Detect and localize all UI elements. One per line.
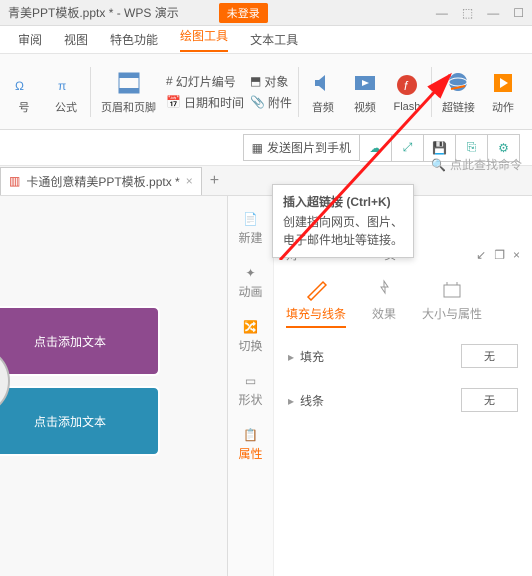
ribbon-headerfooter[interactable]: 页眉和页脚 xyxy=(97,67,160,117)
maximize-icon[interactable]: ☐ xyxy=(513,6,524,20)
fill-tab-icon xyxy=(305,279,327,301)
ribbon-datetime[interactable]: 📅日期和时间 xyxy=(166,94,244,111)
expand-icon: ⤢ xyxy=(403,140,413,155)
slide-canvas[interactable]: 点击添加文本 点击添加文本 xyxy=(0,196,228,576)
close-panel-icon[interactable]: × xyxy=(513,248,520,262)
ribbon-slidenum[interactable]: #幻灯片编号 xyxy=(166,73,244,90)
svg-text:Ω: Ω xyxy=(15,79,24,93)
trans-icon: 🔀 xyxy=(243,320,258,334)
menu-texttools[interactable]: 文本工具 xyxy=(250,31,298,48)
ribbon-attach[interactable]: 📎附件 xyxy=(250,94,292,111)
slide-shape-1[interactable]: 点击添加文本 xyxy=(0,306,160,376)
ribbon-audio[interactable]: 音频 xyxy=(305,67,341,117)
add-tab-button[interactable]: + xyxy=(210,172,219,190)
proptab-size[interactable]: 大小与属性 xyxy=(422,279,482,328)
ribbon-video[interactable]: 视频 xyxy=(347,67,383,117)
omega-icon: Ω xyxy=(10,69,38,97)
menu-special[interactable]: 特色功能 xyxy=(110,31,158,48)
proptab-fill[interactable]: 填充与线条 xyxy=(286,279,346,328)
pi-icon: π xyxy=(52,69,80,97)
ribbon-flash[interactable]: f Flash xyxy=(389,69,425,115)
window-title: 青美PPT模板.pptx * - WPS 演示 xyxy=(8,4,179,21)
pin-icon[interactable]: ↙ xyxy=(476,248,486,262)
video-icon xyxy=(351,69,379,97)
tool-attr[interactable]: 📋属性 xyxy=(238,428,262,462)
prop-line-row[interactable]: ▸线条 无 xyxy=(286,378,520,422)
expand-line-icon: ▸ xyxy=(288,394,294,408)
menu-review[interactable]: 审阅 xyxy=(18,31,42,48)
attr-icon: 📋 xyxy=(243,428,258,442)
anim-icon: ✦ xyxy=(245,266,255,280)
audio-icon xyxy=(309,69,337,97)
line-none-button[interactable]: 无 xyxy=(461,388,518,412)
headerfooter-icon xyxy=(115,69,143,97)
prop-fill-row[interactable]: ▸填充 无 xyxy=(286,334,520,378)
flash-icon: f xyxy=(393,71,421,99)
object-icon: ⬒ xyxy=(250,74,261,88)
ribbon-hyperlink[interactable]: 超链接 xyxy=(438,67,479,117)
restore-icon[interactable]: ❐ xyxy=(494,248,505,262)
tool-shape[interactable]: ▭形状 xyxy=(238,374,262,408)
new-icon: 📄 xyxy=(243,212,258,226)
login-status-badge[interactable]: 未登录 xyxy=(219,3,268,23)
titlebar-icon-2[interactable]: ⬚ xyxy=(462,6,473,20)
ribbon-action[interactable]: 动作 xyxy=(485,67,521,117)
expand-button[interactable]: ⤢ xyxy=(392,134,424,162)
send-to-phone-button[interactable]: ▦ 发送图片到手机 xyxy=(243,134,360,161)
hyperlink-icon xyxy=(444,69,472,97)
titlebar-icon-1[interactable]: — xyxy=(436,6,448,20)
effect-tab-icon xyxy=(373,279,395,301)
fill-none-button[interactable]: 无 xyxy=(461,344,518,368)
tool-anim[interactable]: ✦动画 xyxy=(238,266,262,300)
cloud-button[interactable]: ☁ xyxy=(360,134,392,162)
tool-trans[interactable]: 🔀切换 xyxy=(238,320,262,354)
svg-text:π: π xyxy=(58,79,66,93)
doc-icon: ▥ xyxy=(9,174,20,188)
proptab-effect[interactable]: 效果 xyxy=(372,279,396,328)
tool-new[interactable]: 📄新建 xyxy=(238,212,262,246)
phone-icon: ▦ xyxy=(252,141,263,155)
action-icon xyxy=(489,69,517,97)
gear-icon: ⚙ xyxy=(498,141,509,155)
hyperlink-tooltip: 插入超链接 (Ctrl+K) 创建指向网页、图片、 电子邮件地址等链接。 xyxy=(272,184,414,258)
shape-icon: ▭ xyxy=(245,374,256,388)
ribbon-symbol[interactable]: Ω 号 xyxy=(6,67,42,117)
menu-drawtools[interactable]: 绘图工具 xyxy=(180,27,228,52)
hash-icon: # xyxy=(166,74,173,88)
share-icon: ⎘ xyxy=(467,140,477,155)
ribbon-formula[interactable]: π 公式 xyxy=(48,67,84,117)
cloud-icon: ☁ xyxy=(370,141,382,155)
minimize-icon[interactable]: — xyxy=(487,6,499,20)
ribbon-object[interactable]: ⬒对象 xyxy=(250,73,292,90)
attach-icon: 📎 xyxy=(250,95,265,109)
size-tab-icon xyxy=(441,279,463,301)
command-search[interactable]: 🔍 点此查找命令 xyxy=(431,156,522,173)
save-icon: 💾 xyxy=(432,141,447,155)
menu-view[interactable]: 视图 xyxy=(64,31,88,48)
search-icon: 🔍 xyxy=(431,158,446,172)
expand-fill-icon: ▸ xyxy=(288,350,294,364)
close-tab-icon[interactable]: × xyxy=(186,174,193,188)
slide-shape-2[interactable]: 点击添加文本 xyxy=(0,386,160,456)
calendar-icon: 📅 xyxy=(166,95,181,109)
document-tab[interactable]: ▥ 卡通创意精美PPT模板.pptx * × xyxy=(0,167,202,195)
